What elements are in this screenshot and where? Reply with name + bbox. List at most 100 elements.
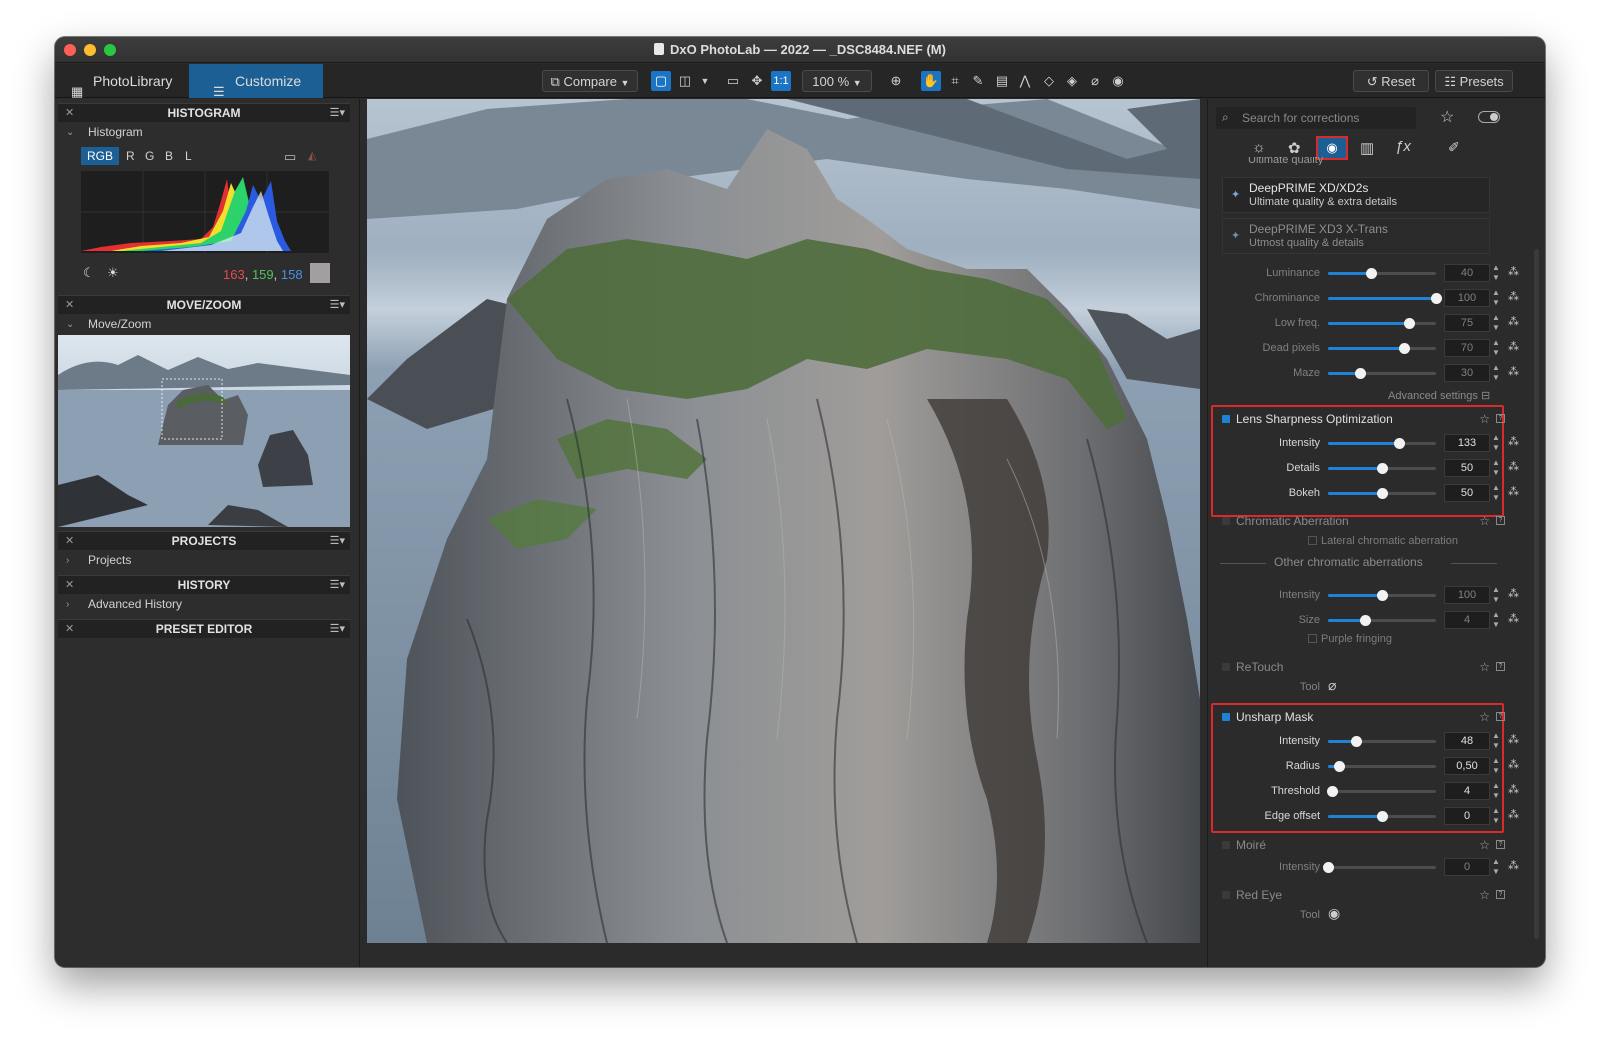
slider-value-field[interactable]: 48 (1444, 732, 1490, 750)
stepper-icon[interactable]: ▲ ▼ (1492, 857, 1500, 877)
magic-wand-icon[interactable]: ⁂ (1508, 859, 1519, 872)
slider-track[interactable] (1328, 590, 1436, 601)
slider-track[interactable] (1328, 368, 1436, 379)
stepper-icon[interactable]: ▲ ▼ (1492, 756, 1500, 776)
slider-track[interactable] (1328, 615, 1436, 626)
slider-track[interactable] (1323, 862, 1436, 873)
lens-sharpness-checkbox[interactable] (1222, 415, 1230, 423)
star-icon[interactable]: ☆ (1440, 107, 1454, 127)
stepper-icon[interactable]: ▲ ▼ (1492, 313, 1500, 333)
slider-track[interactable] (1328, 488, 1436, 499)
slider-knob[interactable] (1323, 862, 1334, 873)
one-to-one-button[interactable]: 1:1 (771, 71, 791, 91)
movezoom-header[interactable]: ✕ MOVE/ZOOM ☰▾ (58, 295, 350, 314)
photo-canvas[interactable] (367, 99, 1200, 943)
search-box[interactable]: ⌕ Search for corrections (1216, 107, 1416, 129)
magic-wand-icon[interactable]: ⁂ (1508, 485, 1519, 498)
local-adjust-icon[interactable]: ◇ (1039, 71, 1059, 91)
star-icon[interactable]: ☆ (1479, 511, 1490, 531)
projects-subheader[interactable]: › Projects (58, 551, 350, 570)
magic-wand-icon[interactable]: ⁂ (1508, 290, 1519, 303)
channel-b[interactable]: B (161, 149, 177, 163)
stepper-icon[interactable]: ▲ ▼ (1492, 288, 1500, 308)
bandage-icon[interactable]: ⌀ (1328, 677, 1336, 694)
repair-icon[interactable]: ⌀ (1085, 71, 1105, 91)
close-icon[interactable]: ✕ (65, 576, 74, 594)
slider-value-field[interactable]: 4 (1444, 611, 1490, 629)
presets-button[interactable]: ☷ Presets (1435, 70, 1513, 92)
slider-knob[interactable] (1394, 438, 1406, 449)
magic-wand-icon[interactable]: ⁂ (1508, 435, 1519, 448)
image-viewer[interactable] (367, 99, 1200, 943)
search-input[interactable]: Search for corrections (1242, 111, 1359, 125)
slider-track[interactable] (1328, 463, 1436, 474)
gamut-icon[interactable]: ◭ (308, 149, 316, 162)
deepprime-xd3-option[interactable]: ✦ DeepPRIME XD3 X-Trans Utmost quality &… (1222, 218, 1490, 254)
brush-tab-icon[interactable]: ✐ (1448, 139, 1460, 156)
slider-value-field[interactable]: 100 (1444, 586, 1490, 604)
magic-wand-icon[interactable]: ⁂ (1508, 265, 1519, 278)
channel-g[interactable]: G (142, 149, 158, 163)
chromatic-aberration-header[interactable]: Chromatic Aberration ☆? (1220, 511, 1507, 531)
sun-icon[interactable]: ☀ (107, 265, 119, 281)
compare-button[interactable]: ⧉ Compare ▼ (542, 70, 638, 92)
eye-icon[interactable]: ◉ (1108, 71, 1128, 91)
close-window-button[interactable] (64, 44, 76, 56)
slider-knob[interactable] (1377, 463, 1388, 474)
stepper-icon[interactable]: ▲ ▼ (1492, 433, 1500, 453)
slider-value-field[interactable]: 0 (1444, 858, 1490, 876)
magic-wand-icon[interactable]: ⁂ (1508, 808, 1519, 821)
slider-knob[interactable] (1359, 615, 1371, 626)
star-icon[interactable]: ☆ (1479, 409, 1490, 429)
menu-icon[interactable]: ☰▾ (330, 296, 345, 314)
perspective-icon[interactable]: ⋀ (1015, 71, 1035, 91)
stepper-icon[interactable]: ▲ ▼ (1492, 263, 1500, 283)
slider-value-field[interactable]: 133 (1444, 434, 1490, 452)
star-icon[interactable]: ☆ (1479, 657, 1490, 677)
history-header[interactable]: ✕ HISTORY ☰▾ (58, 575, 350, 594)
navigator-thumbnail[interactable] (58, 335, 350, 527)
effects-tab-icon[interactable]: ƒx (1395, 138, 1411, 155)
help-icon[interactable]: ? (1496, 516, 1505, 525)
stepper-icon[interactable]: ▲ ▼ (1492, 731, 1500, 751)
stepper-icon[interactable]: ▲ ▼ (1492, 363, 1500, 383)
preset-editor-header[interactable]: ✕ PRESET EDITOR ☰▾ (58, 619, 350, 638)
close-icon[interactable]: ✕ (65, 532, 74, 550)
moire-header[interactable]: Moiré ☆? (1220, 835, 1507, 855)
histogram-subheader[interactable]: ⌄ Histogram (58, 123, 350, 142)
slider-value-field[interactable]: 50 (1444, 459, 1490, 477)
star-icon[interactable]: ☆ (1479, 885, 1490, 905)
horizon-icon[interactable]: ▤ (992, 71, 1012, 91)
channel-l[interactable]: L (180, 149, 196, 163)
slider-value-field[interactable]: 0 (1444, 807, 1490, 825)
slider-track[interactable] (1328, 811, 1436, 822)
help-icon[interactable]: ? (1496, 712, 1505, 721)
channel-r[interactable]: R (122, 149, 138, 163)
slider-value-field[interactable]: 100 (1444, 289, 1490, 307)
magic-wand-icon[interactable]: ⁂ (1508, 733, 1519, 746)
tab-photolibrary[interactable]: ▦ PhotoLibrary (55, 64, 189, 99)
unsharp-mask-checkbox[interactable] (1222, 713, 1230, 721)
moire-checkbox[interactable] (1222, 841, 1230, 849)
close-icon[interactable]: ✕ (65, 104, 74, 122)
chromatic-aberration-checkbox[interactable] (1222, 517, 1230, 525)
lateral-ca-checkbox[interactable] (1308, 536, 1317, 545)
slider-value-field[interactable]: 0,50 (1444, 757, 1490, 775)
slider-track[interactable] (1328, 343, 1436, 354)
help-icon[interactable]: ? (1496, 890, 1505, 899)
slider-value-field[interactable]: 50 (1444, 484, 1490, 502)
magic-wand-icon[interactable]: ⁂ (1508, 315, 1519, 328)
fit-screen-icon[interactable]: ▭ (723, 71, 743, 91)
close-icon[interactable]: ✕ (65, 620, 74, 638)
zoom-window-button[interactable] (104, 44, 116, 56)
stepper-icon[interactable]: ▲ ▼ (1492, 338, 1500, 358)
star-icon[interactable]: ☆ (1479, 835, 1490, 855)
split-view-icon[interactable]: ◫ (675, 71, 695, 91)
magic-wand-icon[interactable]: ⁂ (1508, 460, 1519, 473)
zoom-in-icon[interactable]: ⊕ (886, 71, 906, 91)
magic-wand-icon[interactable]: ⁂ (1508, 340, 1519, 353)
stepper-icon[interactable]: ▲ ▼ (1492, 458, 1500, 478)
magic-wand-icon[interactable]: ⁂ (1508, 783, 1519, 796)
slider-value-field[interactable]: 4 (1444, 782, 1490, 800)
toggle-icon[interactable] (1478, 111, 1500, 123)
